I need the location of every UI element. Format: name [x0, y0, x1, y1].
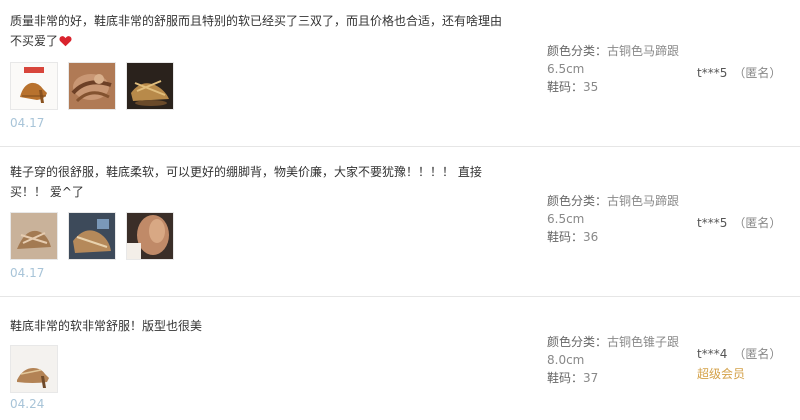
- reviewer-info: t***4 （匿名）: [697, 345, 781, 363]
- anonymous-tag: （匿名）: [733, 66, 782, 80]
- review-item: 质量非常的好，鞋底非常的舒服而且特别的软已经买了三双了，而且价格也合适，还有啥理…: [0, 0, 800, 140]
- review-photo[interactable]: [10, 212, 58, 260]
- color-value-height: 6.5cm: [547, 212, 585, 226]
- anonymous-tag: （匿名）: [733, 216, 782, 230]
- size-label: 鞋码：: [547, 371, 584, 385]
- size-value: 35: [583, 80, 599, 94]
- review-photo[interactable]: [126, 212, 174, 260]
- review-photo[interactable]: [10, 62, 58, 110]
- size-label: 鞋码：: [547, 80, 584, 94]
- review-text: 质量非常的好，鞋底非常的舒服而且特别的软已经买了三双了，而且价格也合适，还有啥理…: [10, 11, 510, 53]
- review-spec: 颜色分类：古铜色马蹄跟 6.5cm 鞋码：36: [547, 192, 687, 246]
- color-value-height: 8.0cm: [547, 353, 585, 367]
- anonymous-tag: （匿名）: [733, 347, 782, 361]
- review-date: 04.24: [10, 397, 45, 411]
- review-divider: [0, 296, 800, 297]
- review-item: 鞋底非常的软非常舒服！版型也很美 04.24 颜色分类：古铜色锥子跟 8.0cm…: [0, 300, 800, 420]
- reviewer-name: t***5: [697, 66, 728, 80]
- review-text: 鞋子穿的很舒服，鞋底柔软，可以更好的绷脚背，物美价廉，大家不要犹豫！！！！ 直接…: [10, 165, 482, 199]
- color-value-height: 6.5cm: [547, 62, 585, 76]
- reviewer-name: t***5: [697, 216, 728, 230]
- review-spec: 颜色分类：古铜色锥子跟 8.0cm 鞋码：37: [547, 333, 687, 387]
- size-value: 36: [583, 230, 599, 244]
- review-photo[interactable]: [10, 345, 58, 393]
- member-badge: 超级会员: [697, 367, 746, 381]
- review-item: 鞋子穿的很舒服，鞋底柔软，可以更好的绷脚背，物美价廉，大家不要犹豫！！！！ 直接…: [0, 150, 800, 290]
- reviewer-name: t***4: [697, 347, 728, 361]
- review-spec: 颜色分类：古铜色马蹄跟 6.5cm 鞋码：35: [547, 42, 687, 96]
- review-divider: [0, 146, 800, 147]
- color-label: 颜色分类：: [547, 335, 608, 349]
- reviewer-info: t***5 （匿名）: [697, 64, 781, 82]
- review-date: 04.17: [10, 266, 45, 280]
- review-photo[interactable]: [126, 62, 174, 110]
- size-label: 鞋码：: [547, 230, 584, 244]
- color-label: 颜色分类：: [547, 44, 608, 58]
- reviewer-info: t***5 （匿名）: [697, 214, 781, 232]
- color-label: 颜色分类：: [547, 194, 608, 208]
- color-value: 古铜色锥子跟: [607, 335, 680, 349]
- review-photo[interactable]: [68, 62, 116, 110]
- review-text: 鞋底非常的软非常舒服！版型也很美: [10, 319, 203, 333]
- size-value: 37: [583, 371, 599, 385]
- heart-icon: [59, 33, 72, 53]
- review-date: 04.17: [10, 116, 45, 130]
- review-photo[interactable]: [68, 212, 116, 260]
- color-value: 古铜色马蹄跟: [607, 44, 680, 58]
- color-value: 古铜色马蹄跟: [607, 194, 680, 208]
- reviews-list: 质量非常的好，鞋底非常的舒服而且特别的软已经买了三双了，而且价格也合适，还有啥理…: [0, 0, 800, 420]
